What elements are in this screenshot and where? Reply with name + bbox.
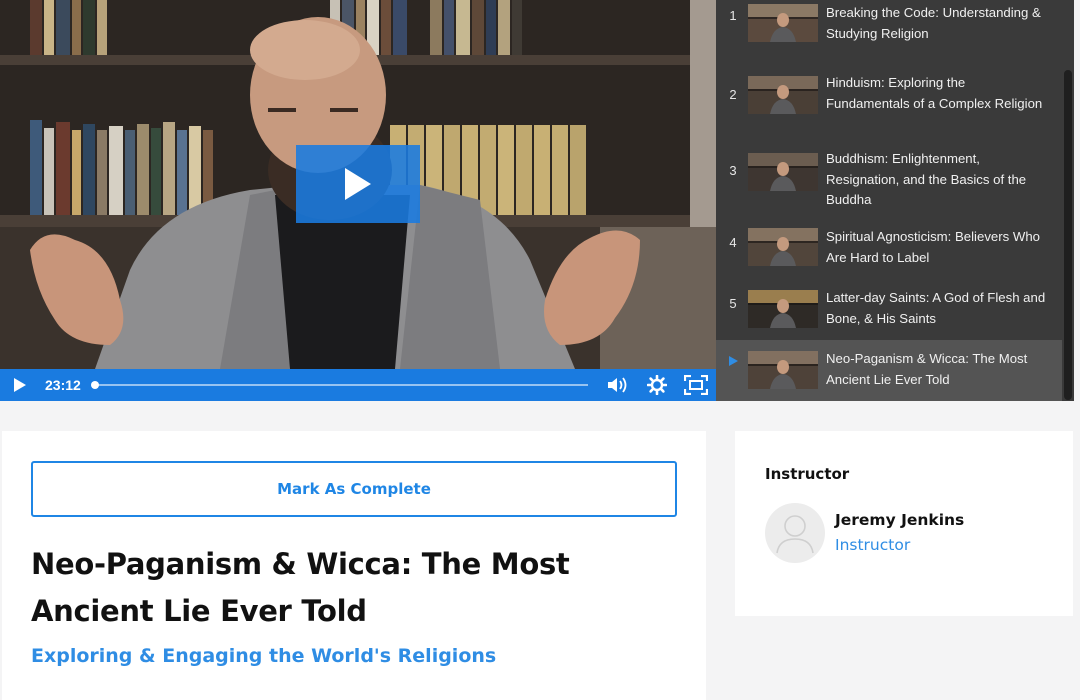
video-time: 23:12 [45,377,81,393]
course-link[interactable]: Exploring & Engaging the World's Religio… [31,645,496,667]
instructor-panel: Instructor Jeremy Jenkins Instructor [735,431,1073,616]
avatar [765,503,825,563]
playlist-item-title: Hinduism: Exploring the Fundamentals of … [826,75,1043,111]
instructor-role: Instructor [835,536,911,554]
playlist-item-number: 1 [729,8,737,23]
playlist-item[interactable]: 3 Buddhism: Enlightenment, Resignation, a… [716,137,1062,207]
play-icon [14,378,26,392]
playlist-item-title: Buddhism: Enlightenment, Resignation, an… [826,151,1027,208]
play-button[interactable] [8,369,32,401]
playlist-item-thumbnail [748,228,818,266]
playlist-item-thumbnail [748,4,818,42]
volume-icon [608,377,627,393]
lesson-playlist: 1 Breaking the Code: Understanding & Stud… [716,0,1074,401]
playlist-item-thumbnail [748,351,818,389]
fullscreen-button[interactable] [682,369,710,401]
big-play-button[interactable] [296,145,420,223]
playlist-item-thumbnail [748,76,818,114]
playlist-item-number: 2 [729,87,737,102]
lesson-title: Neo-Paganism & Wicca: The Most Ancient L… [31,547,570,628]
lesson-panel: Mark As Complete Neo-Paganism & Wicca: T… [2,431,706,700]
instructor-heading: Instructor [765,465,850,483]
playlist-item-title: Neo-Paganism & Wicca: The Most Ancient L… [826,351,1028,387]
playlist-item-number: 5 [729,296,737,311]
mark-complete-button[interactable]: Mark As Complete [31,461,677,517]
playlist-item-number: 3 [729,163,737,178]
user-avatar-icon [776,515,814,554]
playlist-item[interactable]: 2 Hinduism: Exploring the Fundamentals of… [716,61,1062,122]
video-control-bar: 23:12 [0,369,716,401]
playlist-item-thumbnail [748,290,818,328]
playlist-item[interactable]: 4 Spiritual Agnosticism: Believers Who Ar… [716,218,1062,279]
playlist-item-title: Breaking the Code: Understanding & Study… [826,5,1041,41]
video-player[interactable]: 23:12 [0,0,716,401]
now-playing-icon [726,355,740,370]
playlist-item[interactable]: 5 Latter-day Saints: A God of Flesh and B… [716,279,1062,340]
progress-handle[interactable] [91,381,99,389]
fullscreen-icon [684,375,708,395]
playlist-item-thumbnail [748,153,818,191]
play-icon [345,168,371,200]
volume-button[interactable] [603,369,631,401]
instructor-name: Jeremy Jenkins [835,511,965,529]
playlist-item-title: Latter-day Saints: A God of Flesh and Bo… [826,290,1046,326]
gear-icon [647,375,667,395]
playlist-item[interactable]: 1 Breaking the Code: Understanding & Stud… [716,0,1062,61]
settings-button[interactable] [644,369,670,401]
playlist-item-number: 4 [729,235,737,250]
playlist-item-title: Spiritual Agnosticism: Believers Who Are… [826,229,1041,265]
playlist-scrollbar[interactable] [1064,70,1072,400]
playlist-item[interactable]: Neo-Paganism & Wicca: The Most Ancient L… [716,340,1062,401]
progress-track[interactable] [91,381,588,389]
